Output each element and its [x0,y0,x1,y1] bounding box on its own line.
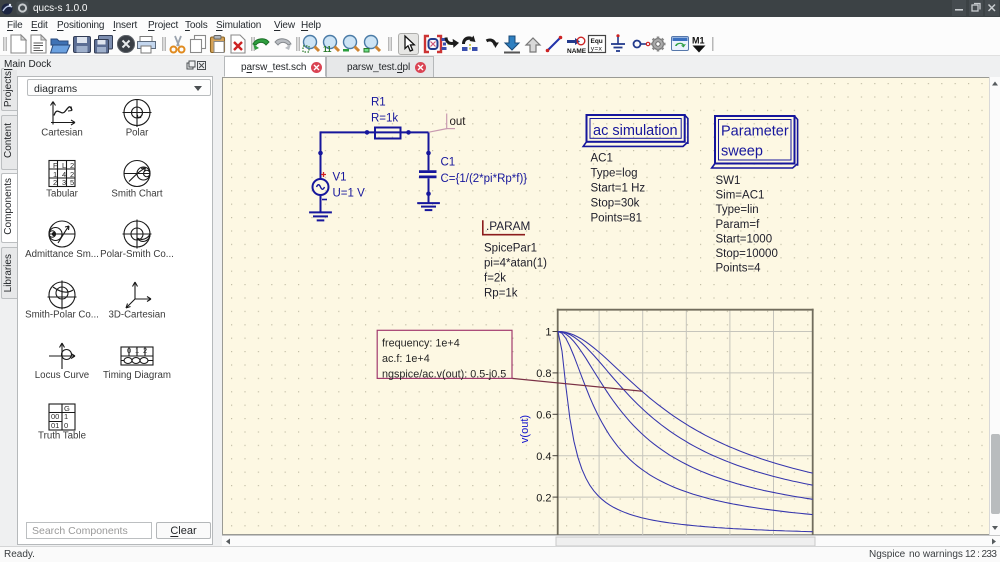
svg-text:y=x: y=x [591,46,603,53]
svg-text:2: 2 [53,178,57,187]
svg-text:00: 00 [51,412,59,421]
svg-text:SW1: SW1 [716,175,741,187]
svg-text:0: 0 [64,421,68,430]
svg-text:3D-Cartesian: 3D-Cartesian [108,310,165,321]
svg-text:R1: R1 [371,97,386,109]
svg-text:f=2k: f=2k [484,273,506,285]
svg-text:0.4: 0.4 [536,451,551,463]
svg-text:Type=log: Type=log [591,168,638,180]
svg-text:Rp=1k: Rp=1k [484,288,518,300]
svg-text:0.8: 0.8 [536,368,551,380]
svg-text:M1: M1 [692,36,705,46]
svg-text:AC1: AC1 [591,153,613,165]
svg-text:F: F [53,161,58,170]
svg-text:V1: V1 [333,172,347,184]
svg-text:v(out): v(out) [519,415,531,443]
svg-text:R=1k: R=1k [371,113,398,125]
svg-text:11: 11 [323,45,332,54]
svg-text:01: 01 [51,421,59,430]
svg-text:sweep: sweep [721,144,763,160]
svg-text:pi=4*atan(1): pi=4*atan(1) [484,258,547,270]
svg-text:Polar: Polar [126,128,149,139]
svg-text:0.6: 0.6 [536,410,551,422]
svg-text:Type=lin: Type=lin [716,204,759,216]
svg-text:Start=1000: Start=1000 [716,233,773,245]
svg-text:Points=4: Points=4 [716,263,762,275]
svg-text:2: 2 [143,346,147,355]
svg-text:Admittance Sm...: Admittance Sm... [25,249,99,260]
svg-text:Sim=AC1: Sim=AC1 [716,190,765,202]
svg-text:ngspice/ac.v(out): 0.5-j0.5: ngspice/ac.v(out): 0.5-j0.5 [382,368,506,380]
svg-text:ac.f: 1e+4: ac.f: 1e+4 [382,353,430,365]
svg-text:Stop=10000: Stop=10000 [716,248,778,260]
svg-text:Param=f: Param=f [716,219,761,231]
svg-text:0: 0 [127,346,131,355]
svg-text:Tabular: Tabular [46,189,79,200]
svg-text:C1: C1 [441,157,456,169]
svg-text:Equ: Equ [591,38,603,45]
svg-text:Start=1 Hz: Start=1 Hz [591,183,646,195]
svg-text:Truth Table: Truth Table [38,431,86,442]
svg-text:frequency: 1e+4: frequency: 1e+4 [382,338,460,350]
svg-text:out: out [450,116,467,128]
svg-text:5: 5 [70,178,74,187]
svg-text:U=1 V: U=1 V [333,188,366,200]
svg-text:Cartesian: Cartesian [41,128,82,139]
svg-text:1: 1 [64,412,68,421]
svg-text:Parameter: Parameter [721,124,789,140]
svg-text:Timing Diagram: Timing Diagram [103,370,171,381]
svg-text:NAME: NAME [567,48,587,55]
svg-text:2: 2 [70,161,74,170]
svg-text:Locus Curve: Locus Curve [35,370,89,381]
svg-text:Points=81: Points=81 [591,213,642,225]
svg-text:L: L [62,161,66,170]
svg-text:C={1/(2*pi*Rp*f)}: C={1/(2*pi*Rp*f)} [441,173,528,185]
svg-text:Smith Chart: Smith Chart [111,189,162,200]
svg-text:3: 3 [62,178,66,187]
svg-text:.PARAM: .PARAM [486,219,530,233]
svg-text:Smith-Polar Co...: Smith-Polar Co... [25,310,99,321]
svg-text:Polar-Smith Co...: Polar-Smith Co... [100,249,174,260]
svg-text:1: 1 [545,327,551,339]
svg-text:SpicePar1: SpicePar1 [484,243,537,255]
svg-text:1: 1 [135,346,139,355]
svg-text:0.2: 0.2 [536,492,551,504]
svg-text:ac simulation: ac simulation [593,123,678,139]
svg-text:Stop=30k: Stop=30k [591,198,640,210]
